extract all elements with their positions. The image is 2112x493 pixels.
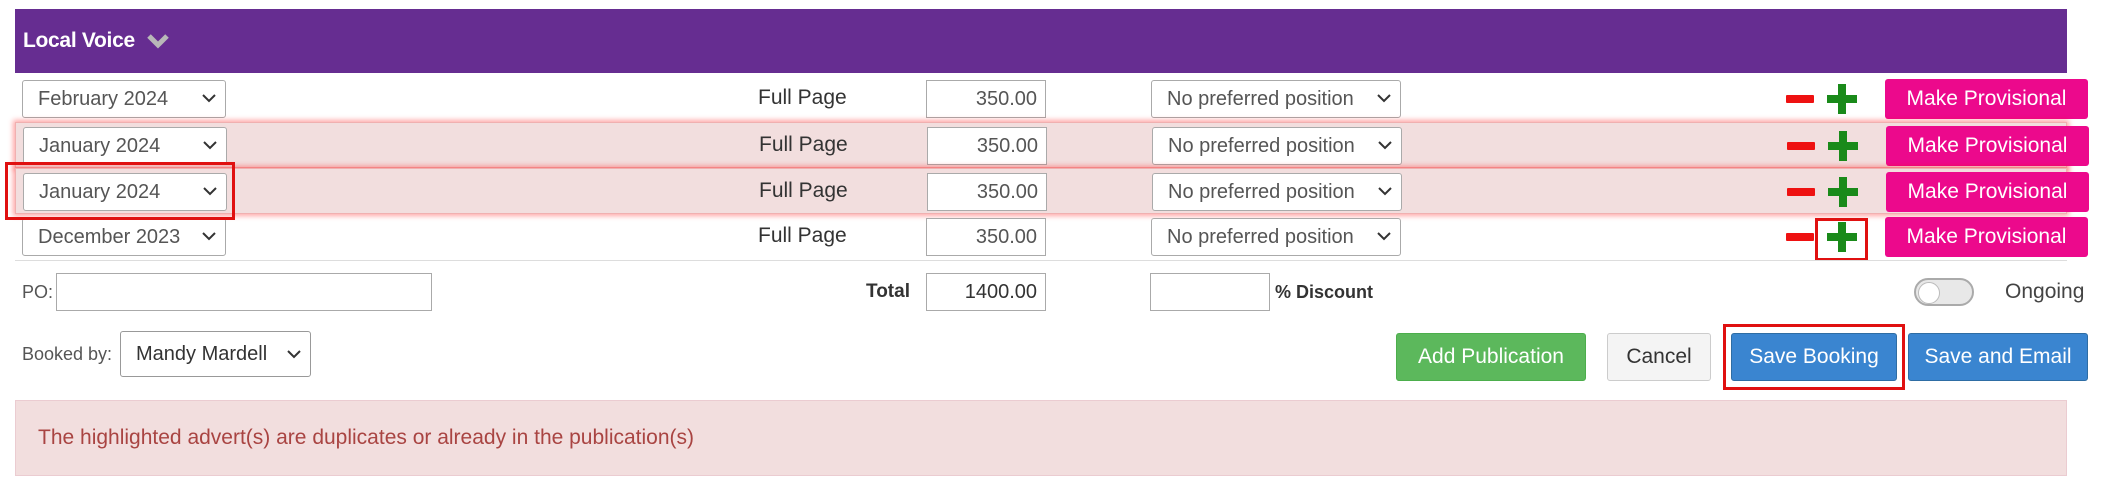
position-select-value: No preferred position (1168, 134, 1355, 157)
month-select-value: December 2023 (38, 225, 181, 248)
price-input[interactable]: 350.00 (926, 80, 1046, 118)
chevron-down-icon (1378, 187, 1392, 196)
ongoing-label: Ongoing (2005, 280, 2085, 303)
discount-label: % Discount (1275, 282, 1374, 302)
booked-by-select[interactable]: Mandy Mardell (120, 331, 311, 377)
advert-row: December 2023 Full Page 350.00 No prefer… (15, 214, 2088, 260)
position-select[interactable]: No preferred position (1151, 80, 1401, 118)
ad-size-label: Full Page (759, 133, 848, 156)
ad-size-label: Full Page (758, 86, 847, 109)
minus-icon[interactable] (1787, 188, 1815, 196)
minus-icon[interactable] (1786, 233, 1814, 241)
publication-header: Local Voice (15, 9, 2067, 73)
ongoing-toggle[interactable] (1914, 278, 1974, 306)
price-input[interactable]: 350.00 (927, 127, 1047, 165)
ad-size-label: Full Page (759, 179, 848, 202)
month-select[interactable]: February 2024 (22, 80, 226, 118)
plus-icon[interactable] (1827, 84, 1857, 114)
chevron-down-icon (202, 94, 216, 103)
duplicate-alert: The highlighted advert(s) are duplicates… (15, 400, 2067, 476)
position-select-value: No preferred position (1167, 225, 1354, 248)
price-input[interactable]: 350.00 (927, 173, 1047, 211)
chevron-down-icon (1378, 141, 1392, 150)
month-select[interactable]: December 2023 (22, 218, 226, 256)
alert-message: The highlighted advert(s) are duplicates… (38, 426, 695, 449)
position-select[interactable]: No preferred position (1151, 218, 1401, 256)
total-label: Total (866, 281, 910, 302)
advert-row-duplicate: January 2024 Full Page 350.00 No preferr… (15, 122, 2089, 168)
cancel-button[interactable]: Cancel (1607, 333, 1711, 381)
chevron-down-icon (203, 141, 217, 150)
price-input[interactable]: 350.00 (926, 218, 1046, 256)
discount-input[interactable] (1150, 273, 1270, 311)
po-label: PO: (22, 282, 54, 302)
chevron-down-icon[interactable] (147, 30, 169, 52)
position-select-value: No preferred position (1168, 180, 1355, 203)
position-select[interactable]: No preferred position (1152, 173, 1402, 211)
make-provisional-button[interactable]: Make Provisional (1886, 172, 2089, 212)
plus-icon[interactable] (1828, 177, 1858, 207)
month-select[interactable]: January 2024 (23, 127, 227, 165)
advert-row: February 2024 Full Page 350.00 No prefer… (15, 76, 2088, 122)
chevron-down-icon (1377, 232, 1391, 241)
chevron-down-icon (287, 350, 301, 359)
make-provisional-button[interactable]: Make Provisional (1885, 79, 2088, 119)
position-select-value: No preferred position (1167, 87, 1354, 110)
toggle-knob (1918, 282, 1940, 304)
divider (15, 260, 2067, 261)
position-select[interactable]: No preferred position (1152, 127, 1402, 165)
save-booking-button[interactable]: Save Booking (1731, 333, 1897, 381)
make-provisional-button[interactable]: Make Provisional (1886, 126, 2089, 166)
chevron-down-icon (1377, 94, 1391, 103)
publication-title: Local Voice (23, 29, 135, 52)
chevron-down-icon (202, 232, 216, 241)
month-select-value: January 2024 (39, 134, 161, 157)
minus-icon[interactable] (1787, 142, 1815, 150)
month-select-value: February 2024 (38, 87, 169, 110)
po-input[interactable] (56, 273, 432, 311)
highlight-box-month (5, 162, 235, 220)
highlight-box-plus (1815, 218, 1868, 261)
save-and-email-button[interactable]: Save and Email (1908, 333, 2088, 381)
make-provisional-button[interactable]: Make Provisional (1885, 217, 2088, 257)
booked-by-value: Mandy Mardell (136, 342, 268, 365)
advert-row-duplicate: January 2024 Full Page 350.00 No preferr… (15, 168, 2089, 214)
add-publication-button[interactable]: Add Publication (1396, 333, 1586, 381)
minus-icon[interactable] (1786, 95, 1814, 103)
ad-size-label: Full Page (758, 224, 847, 247)
total-input[interactable]: 1400.00 (926, 273, 1046, 311)
plus-icon[interactable] (1828, 131, 1858, 161)
booked-by-label: Booked by: (22, 344, 113, 364)
